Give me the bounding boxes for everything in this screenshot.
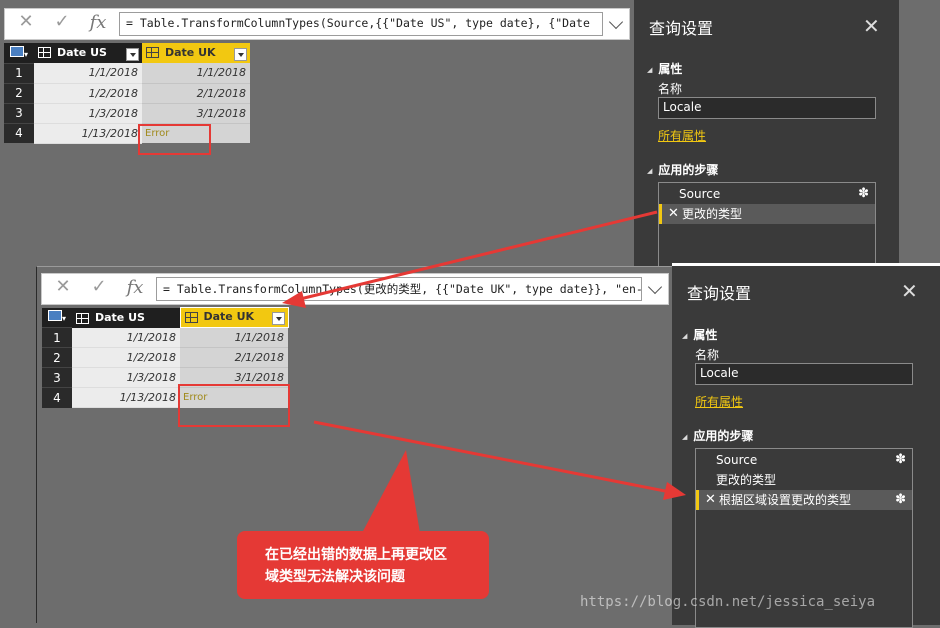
formula-text: = Table.TransformColumnTypes(更改的类型, {{"D… [163,282,642,296]
chevron-down-icon[interactable] [608,14,624,30]
callout-text: 在已经出错的数据上再更改区 域类型无法解决该问题 [265,544,447,588]
name-label: 名称 [658,82,683,96]
row-number[interactable]: 4 [42,387,72,408]
row-number[interactable]: 3 [42,367,72,388]
date-type-icon[interactable] [38,47,51,58]
properties-heading[interactable]: 属性 [647,60,682,77]
delete-step-icon[interactable]: ✕ [705,490,716,510]
panel-title: 查询设置 [687,284,752,303]
name-field[interactable]: Locale [695,363,913,385]
table-row: 1 1/1/2018 1/1/2018 [4,62,250,84]
error-highlight-box [138,124,211,155]
check-icon[interactable]: ✓ [82,276,116,297]
name-label: 名称 [695,348,720,362]
step-changed-type-with-locale[interactable]: ✕ 根据区域设置更改的类型 ✽ [696,490,912,510]
step-changed-type[interactable]: 更改的类型 [696,470,912,490]
step-source[interactable]: Source ✽ [696,450,912,470]
step-label: 根据区域设置更改的类型 [719,493,852,507]
row-number[interactable]: 3 [4,102,34,123]
all-properties-link[interactable]: 所有属性 [658,127,706,144]
delete-step-icon[interactable]: ✕ [668,204,679,224]
row-number[interactable]: 1 [4,62,34,83]
table-row: 2 1/2/2018 2/1/2018 [42,347,288,368]
watermark: https://blog.csdn.net/jessica_seiya [580,594,876,610]
callout-line-2: 域类型无法解决该问题 [265,569,405,585]
table-menu-icon[interactable]: ▾ [4,43,34,63]
callout-line-1: 在已经出错的数据上再更改区 [265,547,447,563]
cell-date-us[interactable]: 1/1/2018 [72,327,180,348]
column-header-date-uk[interactable]: Date UK [142,43,250,63]
top-formula-bar: ✕ ✓ fx = Table.TransformColumnTypes(Sour… [4,8,630,40]
check-icon[interactable]: ✓ [45,11,79,32]
table-menu-icon[interactable]: ▾ [42,307,72,328]
table-row: 2 1/2/2018 2/1/2018 [4,82,250,104]
step-source[interactable]: Source ✽ [659,184,875,204]
all-properties-link[interactable]: 所有属性 [695,393,743,410]
cell-date-us[interactable]: 1/2/2018 [34,83,142,104]
step-label: 更改的类型 [716,473,777,487]
fx-icon[interactable]: fx [118,277,152,298]
cell-date-us[interactable]: 1/3/2018 [34,103,142,124]
name-field[interactable]: Locale [658,97,876,119]
chevron-down-icon[interactable] [647,279,663,295]
error-highlight-box [178,384,290,427]
top-data-grid: ▾ Date US Date UK 1 1/1/2018 1/1/2018 2 … [4,43,250,144]
close-icon[interactable]: ✕ [901,279,918,303]
filter-dropdown-icon[interactable] [271,312,285,325]
gear-icon[interactable]: ✽ [895,490,906,510]
cell-date-us[interactable]: 1/3/2018 [72,367,180,388]
step-label: Source [679,187,721,201]
filter-dropdown-icon[interactable] [234,47,247,61]
row-number[interactable]: 2 [42,347,72,368]
column-header-date-us[interactable]: Date US [34,43,142,63]
table-row: 3 1/3/2018 3/1/2018 [4,102,250,124]
formula-input[interactable]: = Table.TransformColumnTypes(Source,{{"D… [119,12,603,36]
cell-date-uk[interactable]: 3/1/2018 [142,103,250,124]
column-header-date-uk[interactable]: Date UK [179,307,289,328]
applied-steps-list: Source ✽ ✕ 更改的类型 [658,182,876,272]
applied-steps-heading[interactable]: 应用的步骤 [682,427,753,444]
query-settings-bottom: 查询设置 ✕ 属性 名称 Locale 所有属性 应用的步骤 Source ✽ … [672,263,940,628]
row-number[interactable]: 2 [4,82,34,103]
date-type-icon[interactable] [76,312,89,324]
properties-heading[interactable]: 属性 [682,326,717,343]
row-number[interactable]: 4 [4,122,34,143]
filter-dropdown-icon[interactable] [126,47,139,61]
table-row: 4 1/13/2018 Error [4,122,250,144]
right-edge-gray [899,0,940,268]
formula-input[interactable]: = Table.TransformColumnTypes(更改的类型, {{"D… [156,277,642,301]
cell-date-uk[interactable]: 1/1/2018 [180,327,288,348]
date-type-icon[interactable] [184,311,198,323]
top-editor: ✕ ✓ fx = Table.TransformColumnTypes(Sour… [0,0,634,260]
gear-icon[interactable]: ✽ [858,184,869,204]
column-header-date-us[interactable]: Date US [72,307,180,328]
close-icon[interactable]: ✕ [863,14,880,38]
name-value: Locale [663,100,702,114]
name-value: Locale [700,366,739,380]
date-type-icon[interactable] [146,47,159,58]
fx-icon[interactable]: fx [81,12,115,33]
cell-date-uk[interactable]: 1/1/2018 [142,63,250,84]
row-number[interactable]: 1 [42,327,72,348]
cell-date-us[interactable]: 1/13/2018 [72,387,180,408]
gear-icon[interactable]: ✽ [895,450,906,470]
cell-date-uk[interactable]: 2/1/2018 [180,347,288,368]
step-changed-type[interactable]: ✕ 更改的类型 [659,204,875,224]
applied-steps-heading[interactable]: 应用的步骤 [647,161,718,178]
step-label: Source [716,453,758,467]
step-label: 更改的类型 [682,207,743,221]
query-settings-top: 查询设置 ✕ 属性 名称 Locale 所有属性 应用的步骤 Source ✽ … [634,0,899,272]
formula-text: = Table.TransformColumnTypes(Source,{{"D… [126,16,590,30]
cancel-icon[interactable]: ✕ [9,11,43,32]
cell-date-us[interactable]: 1/2/2018 [72,347,180,368]
cancel-icon[interactable]: ✕ [46,276,80,297]
bottom-formula-bar: ✕ ✓ fx = Table.TransformColumnTypes(更改的类… [41,273,669,305]
cell-date-us[interactable]: 1/1/2018 [34,63,142,84]
table-row: 1 1/1/2018 1/1/2018 [42,327,288,348]
cell-date-us[interactable]: 1/13/2018 [34,123,142,144]
cell-date-uk[interactable]: 2/1/2018 [142,83,250,104]
panel-title: 查询设置 [649,19,714,38]
